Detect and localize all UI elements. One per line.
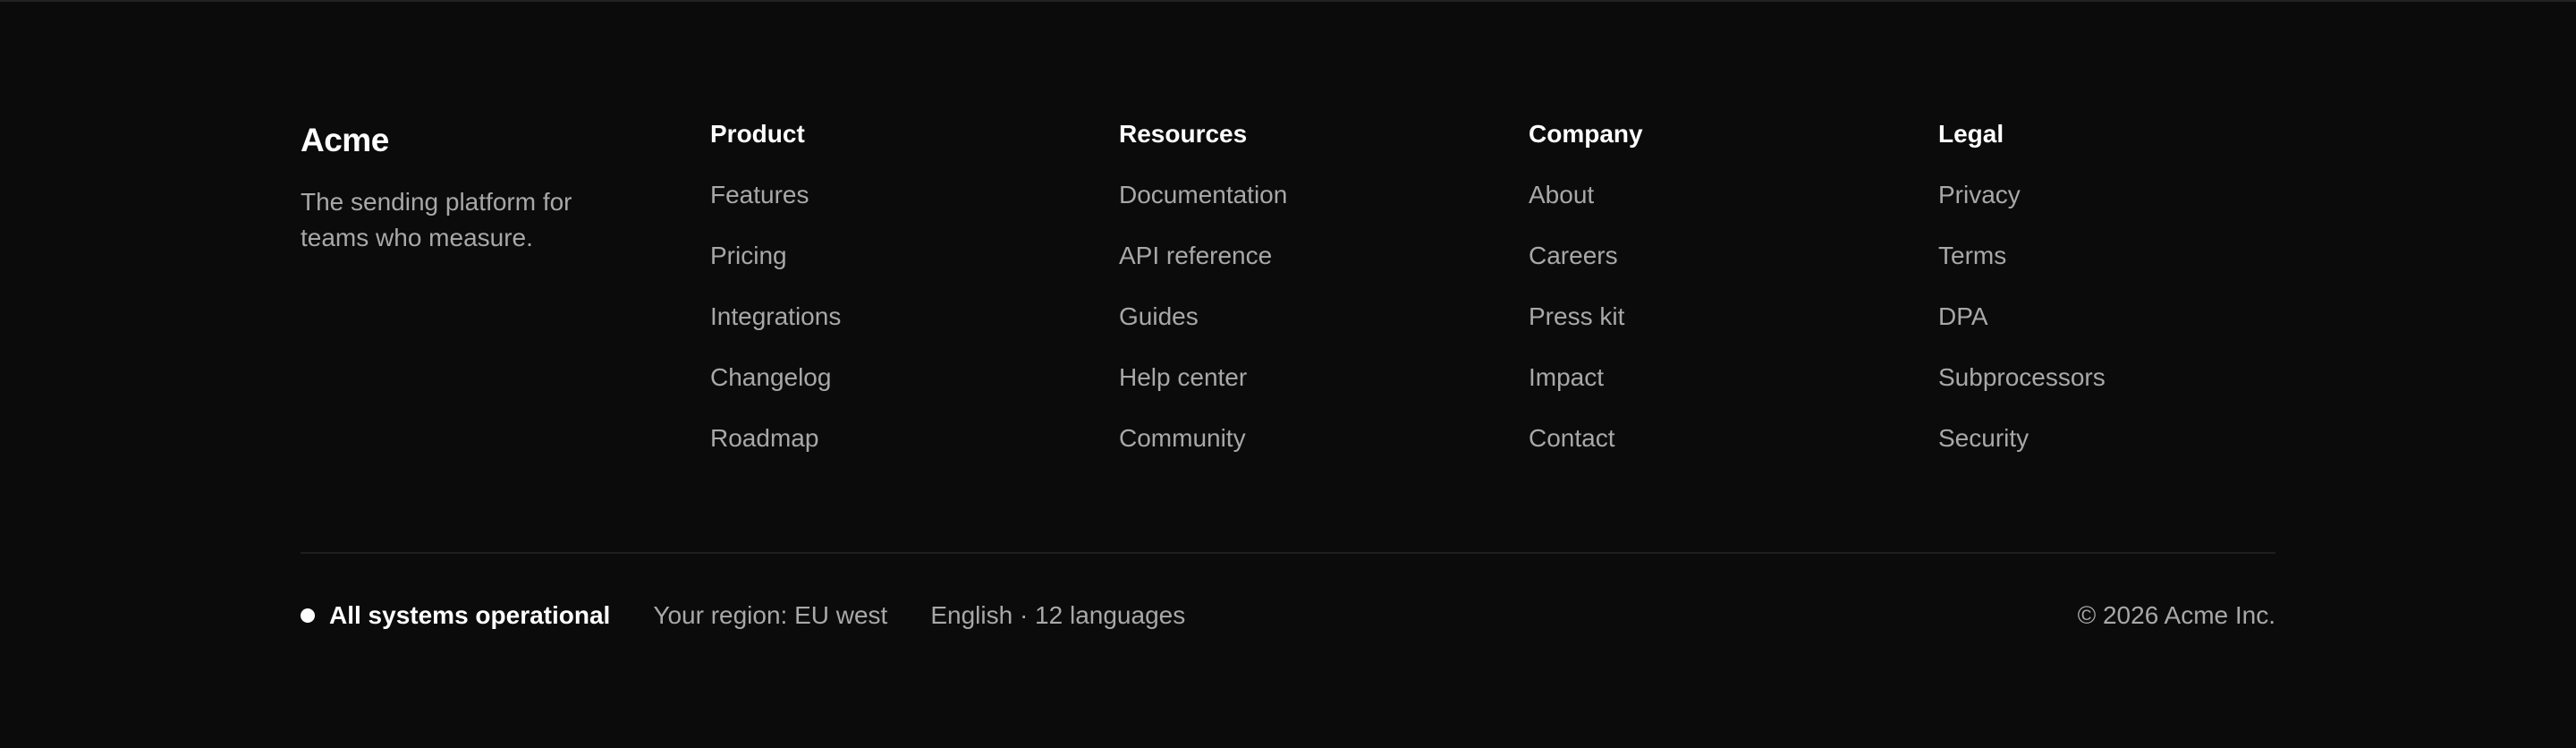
footer-column-resources: Resources Documentation API reference Gu… <box>1119 116 1495 481</box>
footer-link-community[interactable]: Community <box>1119 421 1495 481</box>
footer-column-product: Product Features Pricing Integrations Ch… <box>710 116 1086 481</box>
footer-link-integrations[interactable]: Integrations <box>710 299 1086 360</box>
region-selector[interactable]: Your region: EU west <box>653 601 887 630</box>
footer-link-dpa[interactable]: DPA <box>1938 299 2314 360</box>
footer-link-roadmap[interactable]: Roadmap <box>710 421 1086 481</box>
footer-link-api-reference[interactable]: API reference <box>1119 238 1495 299</box>
language-selector[interactable]: English · 12 languages <box>930 601 1185 630</box>
footer-divider <box>301 552 2275 554</box>
footer-link-features[interactable]: Features <box>710 177 1086 238</box>
footer-link-terms[interactable]: Terms <box>1938 238 2314 299</box>
site-footer: Acme The sending platform for teams who … <box>301 0 2275 748</box>
status-dot-icon <box>301 608 315 623</box>
footer-link-contact[interactable]: Contact <box>1529 421 1904 481</box>
footer-link-privacy[interactable]: Privacy <box>1938 177 2314 238</box>
footer-link-documentation[interactable]: Documentation <box>1119 177 1495 238</box>
copyright-text: © 2026 Acme Inc. <box>2077 601 2275 629</box>
footer-column-heading: Resources <box>1119 120 1248 148</box>
footer-link-help-center[interactable]: Help center <box>1119 360 1495 421</box>
footer-link-changelog[interactable]: Changelog <box>710 360 1086 421</box>
footer-column-company: Company About Careers Press kit Impact C… <box>1529 116 1904 481</box>
footer-link-press-kit[interactable]: Press kit <box>1529 299 1904 360</box>
footer-link-subprocessors[interactable]: Subprocessors <box>1938 360 2314 421</box>
footer-column-heading: Legal <box>1938 120 2004 148</box>
footer-bottom-bar: All systems operational Your region: EU … <box>301 598 2275 633</box>
footer-column-heading: Company <box>1529 120 1643 148</box>
brand-tagline: The sending platform for teams who measu… <box>301 188 572 251</box>
footer-link-impact[interactable]: Impact <box>1529 360 1904 421</box>
footer-link-guides[interactable]: Guides <box>1119 299 1495 360</box>
footer-link-security[interactable]: Security <box>1938 421 2314 481</box>
footer-column-heading: Product <box>710 120 805 148</box>
system-status-link[interactable]: All systems operational <box>329 601 610 630</box>
footer-link-pricing[interactable]: Pricing <box>710 238 1086 299</box>
footer-link-about[interactable]: About <box>1529 177 1904 238</box>
footer-link-careers[interactable]: Careers <box>1529 238 1904 299</box>
footer-column-legal: Legal Privacy Terms DPA Subprocessors Se… <box>1938 116 2314 481</box>
footer-brand: Acme The sending platform for teams who … <box>301 116 658 256</box>
brand-logo-text[interactable]: Acme <box>301 116 658 165</box>
